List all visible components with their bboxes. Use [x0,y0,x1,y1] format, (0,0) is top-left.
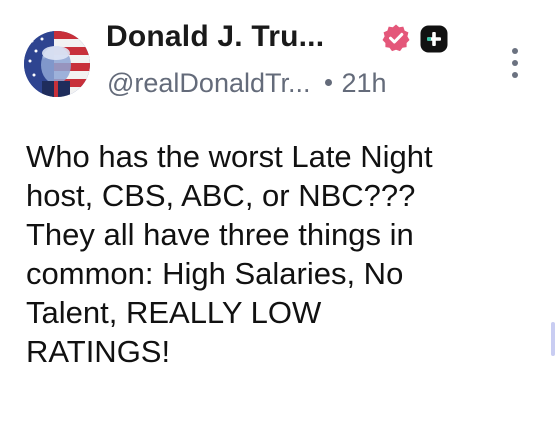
post-text: Who has the worst Late Night host, CBS, … [26,139,433,369]
more-dot [512,48,518,54]
avatar-image [24,31,90,97]
avatar[interactable] [24,31,90,97]
post-timestamp[interactable]: 21h [342,68,387,98]
verified-badge-icon [381,23,411,53]
more-dot [512,72,518,78]
more-vertical-icon[interactable] [504,45,526,81]
author-handle[interactable]: @realDonaldTr... [107,68,311,98]
separator-dot [324,79,332,87]
author-name[interactable]: Donald J. Tru... [106,20,324,54]
handle-line: @realDonaldTr... 21h [107,68,387,99]
more-dot [512,60,518,66]
scrollbar-thumb[interactable] [551,322,555,356]
plus-badge-icon [419,24,449,54]
post-card: Donald J. Tru... @realDonaldTr... 21h Who… [0,0,559,421]
